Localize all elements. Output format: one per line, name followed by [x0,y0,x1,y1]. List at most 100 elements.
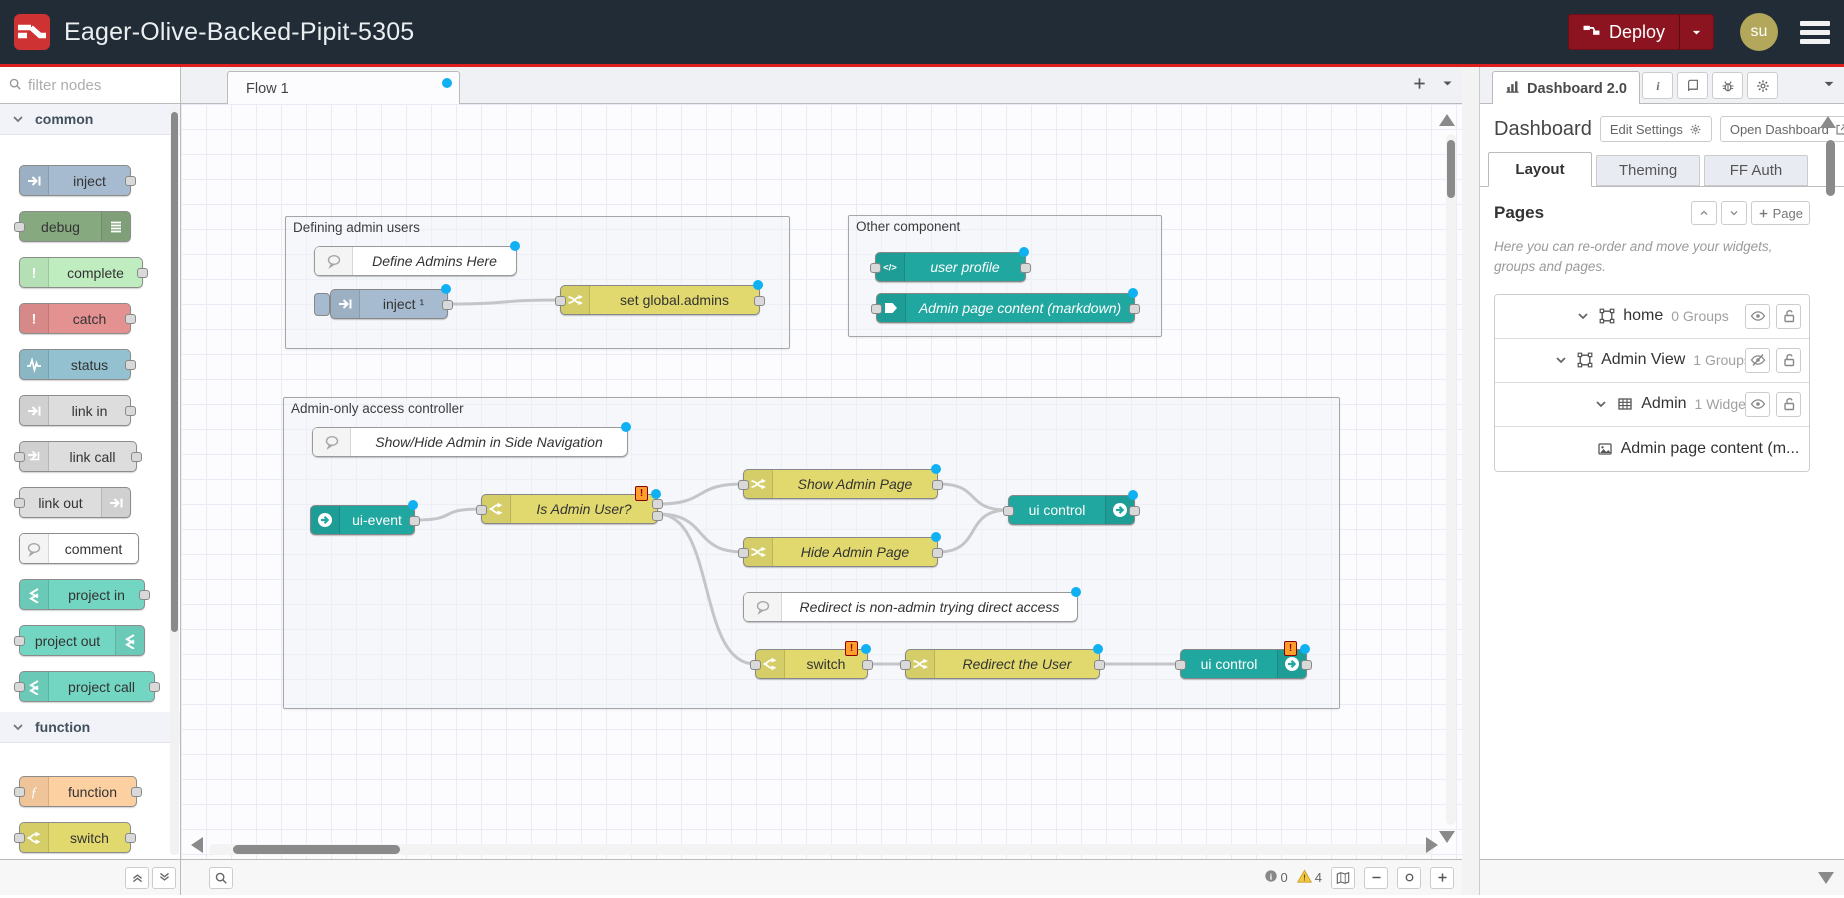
input-port[interactable] [1003,506,1014,516]
input-port[interactable] [870,263,881,273]
output-port-2[interactable] [652,511,663,521]
canvas-scroll-down-arrow[interactable] [1439,831,1455,843]
input-port[interactable] [14,452,25,462]
tab-theming[interactable]: Theming [1596,155,1700,186]
input-port[interactable] [14,498,25,508]
flow-node-show[interactable]: Show Admin Page [743,469,938,499]
palette-node-link-call[interactable]: link call [19,441,137,472]
tab-layout[interactable]: Layout [1488,152,1592,187]
sidebar-menu-button[interactable] [1822,77,1836,94]
comment-node[interactable]: Show/Hide Admin in Side Navigation [312,427,628,457]
chevron-down-icon[interactable] [1593,396,1609,412]
chevron-down-icon[interactable] [1553,352,1569,368]
palette-node-project-in[interactable]: project in [19,579,145,610]
sidebar-scroll-down-arrow[interactable] [1818,872,1834,884]
output-port[interactable] [754,296,765,306]
palette-search-input[interactable]: filter nodes [0,67,180,104]
flow-node-up[interactable]: </>user profile [875,252,1026,282]
output-port[interactable] [442,300,453,310]
output-port[interactable] [125,360,136,370]
canvas-scroll-left-arrow[interactable] [191,837,203,853]
input-port[interactable] [555,296,566,306]
pages-tree-row-admin-page-content-m-[interactable]: Admin page content (m... [1495,427,1809,471]
visibility-toggle-button[interactable] [1745,348,1770,373]
sidebar-splitter[interactable] [1462,67,1480,895]
visibility-toggle-button[interactable] [1745,392,1770,417]
flow-node-apc[interactable]: Admin page content (markdown) [876,293,1135,323]
canvas-search-button[interactable] [209,867,233,889]
inject-button[interactable] [314,293,330,316]
output-port[interactable] [1301,660,1312,670]
output-port[interactable] [139,590,150,600]
output-port[interactable] [125,314,136,324]
flow-tab[interactable]: Flow 1 [227,71,460,105]
collapse-pages-button[interactable] [1691,201,1717,225]
palette-node-comment[interactable]: comment [19,533,139,564]
output-port[interactable] [131,787,142,797]
flow-canvas[interactable]: Defining admin usersOther componentAdmin… [181,104,1462,859]
add-flow-button[interactable] [1412,76,1427,94]
flow-node-isadm[interactable]: Is Admin User?! [481,494,658,524]
flow-list-button[interactable] [1441,77,1454,93]
sidebar-scrollbar[interactable] [1826,140,1835,196]
canvas-horizontal-scrollbar[interactable] [209,844,1434,855]
output-port[interactable] [131,452,142,462]
input-port[interactable] [1175,660,1186,670]
palette-node-catch[interactable]: !catch [19,303,131,334]
navigator-button[interactable] [1331,867,1355,889]
palette-node-debug[interactable]: debug [19,211,131,242]
zoom-reset-button[interactable] [1397,867,1421,889]
tab-dashboard-2[interactable]: Dashboard 2.0 [1492,71,1640,105]
output-port[interactable] [125,406,136,416]
output-port[interactable] [862,660,873,670]
deploy-options-button[interactable] [1679,15,1713,49]
input-port[interactable] [14,222,25,232]
pages-tree-row-admin-view[interactable]: Admin View1 Groups [1495,339,1809,383]
palette-node-status[interactable]: status [19,349,131,380]
lock-toggle-button[interactable] [1776,304,1801,329]
tab-ff-auth[interactable]: FF Auth [1704,155,1808,186]
flow-group-1[interactable]: Defining admin users [285,216,790,349]
zoom-out-button[interactable] [1364,867,1388,889]
warning-count[interactable]: ! 4 [1297,869,1322,887]
palette-node-complete[interactable]: !complete [19,257,143,288]
canvas-scroll-right-arrow[interactable] [1426,837,1438,853]
input-port[interactable] [14,787,25,797]
input-port[interactable] [738,548,749,558]
debug-tab-button[interactable] [1712,72,1743,99]
palette-collapse-all-button[interactable] [125,867,149,889]
output-port[interactable] [1020,263,1031,273]
output-port[interactable] [125,176,136,186]
main-menu-button[interactable] [1800,21,1830,44]
palette-node-switch[interactable]: switch [19,822,131,853]
input-port[interactable] [750,660,761,670]
flow-node-set[interactable]: set global.admins [560,285,760,315]
info-tab-button[interactable]: i [1642,72,1673,99]
input-port[interactable] [14,833,25,843]
palette-node-link-out[interactable]: link out [19,487,131,518]
output-port[interactable] [125,833,136,843]
output-port[interactable] [149,682,160,692]
palette-node-function[interactable]: ƒfunction [19,776,137,807]
edit-settings-button[interactable]: Edit Settings [1600,116,1712,142]
deploy-button[interactable]: Deploy [1568,14,1714,50]
palette-node-project-call[interactable]: project call [19,671,155,702]
input-port[interactable] [476,505,487,515]
input-port[interactable] [871,304,882,314]
flow-node-inject[interactable]: inject ¹ [330,289,448,319]
canvas-vertical-scrollbar[interactable] [1446,134,1456,825]
flow-node-sw[interactable]: switch! [755,649,868,679]
input-port[interactable] [14,636,25,646]
flow-node-redir[interactable]: Redirect the User [905,649,1100,679]
zoom-in-button[interactable] [1430,867,1454,889]
output-port[interactable] [409,516,420,526]
user-avatar[interactable]: su [1740,13,1778,51]
comment-node[interactable]: Define Admins Here [314,246,517,276]
output-port-1[interactable] [652,499,663,509]
add-page-button[interactable]: Page [1751,201,1810,225]
palette-scrollbar[interactable] [170,108,179,855]
help-tab-button[interactable] [1677,72,1708,99]
canvas-scroll-up-arrow[interactable] [1439,114,1455,126]
expand-pages-button[interactable] [1721,201,1747,225]
input-port[interactable] [738,480,749,490]
